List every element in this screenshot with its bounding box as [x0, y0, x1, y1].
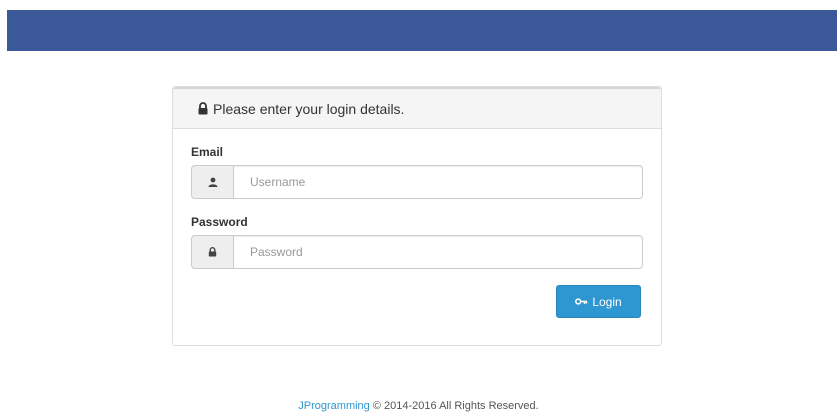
top-navbar: [7, 10, 837, 51]
login-button-label: Login: [592, 294, 622, 309]
email-addon: [191, 165, 233, 199]
login-panel: Please enter your login details. Email P…: [172, 86, 662, 346]
password-input[interactable]: [233, 235, 643, 269]
key-icon: [575, 298, 588, 305]
lock-icon: [198, 102, 208, 115]
lock-icon: [208, 247, 217, 257]
panel-heading-text: Please enter your login details.: [213, 100, 405, 117]
email-input[interactable]: [233, 165, 643, 199]
password-addon: [191, 235, 233, 269]
email-input-group: [191, 165, 643, 199]
footer-brand-link[interactable]: JProgramming: [298, 400, 370, 412]
password-input-group: [191, 235, 643, 269]
login-button[interactable]: Login: [556, 285, 641, 318]
email-label: Email: [191, 145, 224, 159]
footer-copyright: © 2014-2016 All Rights Reserved.: [369, 400, 539, 412]
login-form: Email Password: [173, 145, 661, 318]
footer: JProgramming © 2014-2016 All Rights Rese…: [0, 400, 837, 412]
user-icon: [208, 177, 217, 187]
panel-heading: Please enter your login details.: [173, 87, 661, 129]
form-actions: Login: [191, 285, 642, 318]
page: Please enter your login details. Email P…: [0, 0, 837, 417]
password-label: Password: [191, 215, 248, 229]
